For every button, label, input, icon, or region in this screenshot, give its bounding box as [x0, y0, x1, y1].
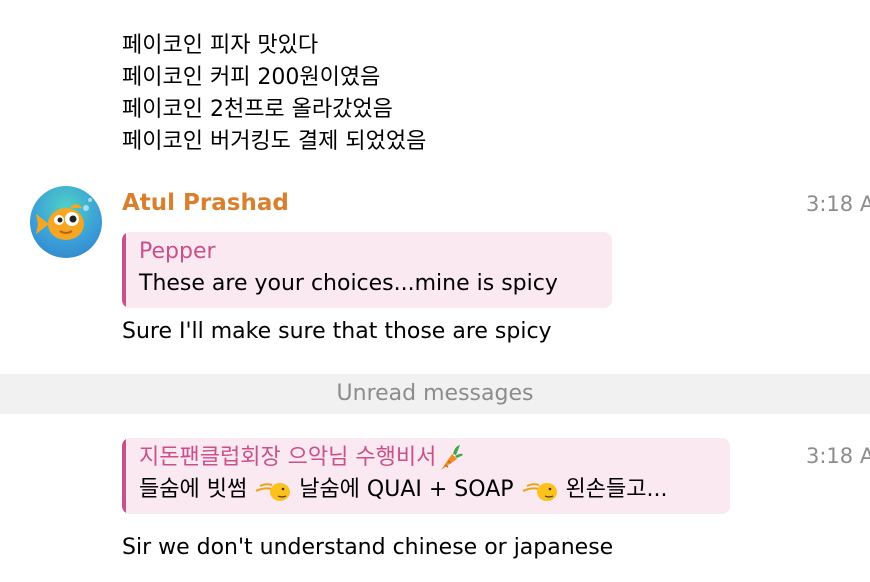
- waving-hand-icon: [255, 483, 291, 501]
- reply-text-part: 왼손들고...: [565, 477, 668, 502]
- unread-divider: Unread messages: [0, 374, 870, 414]
- message-line: 페이코인 커피 200원이였음: [122, 65, 381, 90]
- reply-accent-bar: [122, 232, 126, 308]
- message-text: Sure I'll make sure that those are spicy: [122, 319, 552, 344]
- message-line: 페이코인 버거킹도 결제 되었었음: [122, 129, 427, 154]
- chat-view: 페이코인 피자 맛있다 페이코인 커피 200원이였음 페이코인 2천프로 올라…: [0, 0, 870, 582]
- sender-name[interactable]: Atul Prashad: [122, 188, 289, 218]
- waving-hand-icon: [522, 483, 557, 501]
- message-time: 3:18 A: [806, 444, 870, 468]
- reply-text-part: 날숨에 QUAI + SOAP: [299, 477, 514, 502]
- reply-text: These are your choices...mine is spicy: [139, 271, 558, 296]
- reply-sender-label: 지돈팬클럽회장 으악님 수행비서: [139, 445, 437, 470]
- user-avatar[interactable]: [30, 186, 102, 258]
- reply-accent-bar: [122, 438, 126, 514]
- carrot-icon: [441, 445, 464, 470]
- reply-quote[interactable]: 지돈팬클럽회장 으악님 수행비서 들숨에 빗썸 날숨에 QUAI + SOAP: [122, 438, 730, 514]
- fish-avatar-icon: [36, 198, 92, 240]
- message-time: 3:18 A: [806, 192, 870, 216]
- reply-sender-name: Pepper: [139, 239, 216, 264]
- reply-text: 들숨에 빗썸 날숨에 QUAI + SOAP 왼손들고...: [139, 475, 667, 505]
- reply-text-part: 들숨에 빗썸: [139, 477, 248, 502]
- reply-quote[interactable]: Pepper These are your choices...mine is …: [122, 232, 612, 308]
- message-line: 페이코인 피자 맛있다: [122, 33, 319, 58]
- message-text: Sir we don't understand chinese or japan…: [122, 535, 614, 560]
- message-line: 페이코인 2천프로 올라갔었음: [122, 97, 393, 122]
- reply-sender-name: 지돈팬클럽회장 으악님 수행비서: [139, 443, 464, 473]
